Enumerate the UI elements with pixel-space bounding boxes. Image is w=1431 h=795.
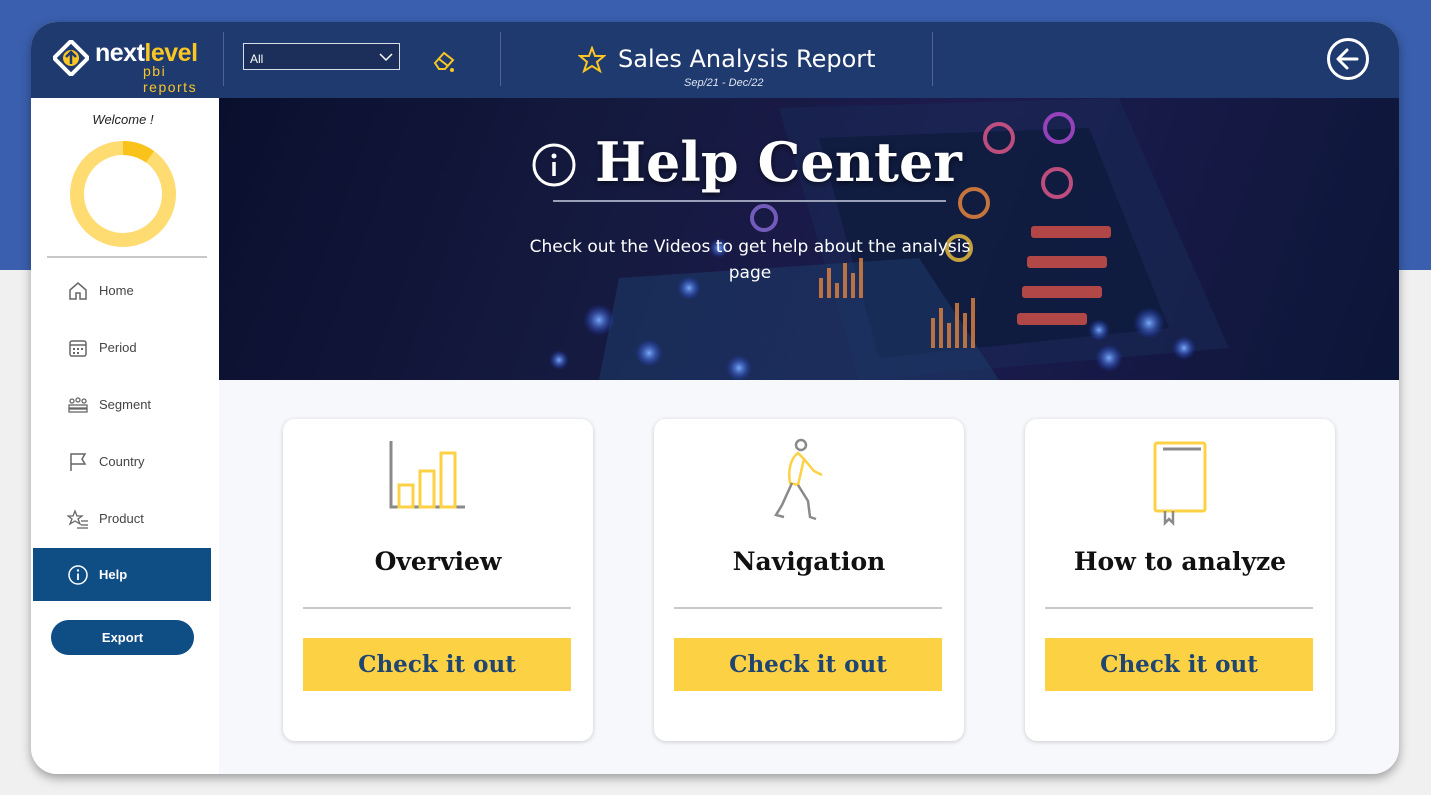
help-center-title: Help Center xyxy=(531,122,991,212)
sidebar-item-segment[interactable]: Segment xyxy=(33,378,211,431)
info-icon xyxy=(532,143,576,187)
chevron-down-icon xyxy=(379,53,393,62)
sidebar-item-home[interactable]: Home xyxy=(33,264,211,317)
report-date-range: Sep/21 - Dec/22 xyxy=(684,77,764,89)
report-title: Sales Analysis Report Sep/21 - Dec/22 xyxy=(578,42,938,94)
check-it-out-button[interactable]: Check it out xyxy=(303,638,571,691)
help-center-banner: Help Center Check out the Videos to get … xyxy=(219,98,1399,380)
header-bar: nextlevel pbi reports All Sales Analysis… xyxy=(31,22,1399,98)
sidebar-item-help[interactable]: Help xyxy=(33,548,211,601)
star-list-icon xyxy=(67,508,88,529)
sidebar-divider xyxy=(47,256,207,258)
filter-dropdown[interactable]: All xyxy=(243,43,400,70)
info-icon xyxy=(68,564,88,585)
card-divider xyxy=(303,607,571,609)
help-center-heading: Help Center xyxy=(595,130,962,194)
brand-tagline: pbi reports xyxy=(143,63,198,95)
header-divider xyxy=(223,32,224,86)
bar-chart-icon xyxy=(389,441,465,509)
header-divider xyxy=(500,32,501,86)
card-how-to-analyze: How to analyze Check it out xyxy=(1025,419,1335,741)
sidebar-item-product[interactable]: Product xyxy=(33,492,211,545)
card-title: Navigation xyxy=(732,547,886,576)
export-button[interactable]: Export xyxy=(51,620,194,655)
brand-logo[interactable]: nextlevel pbi reports xyxy=(53,38,223,95)
sidebar-item-label: Period xyxy=(99,340,137,355)
sidebar-item-label: Home xyxy=(99,283,134,298)
card-divider xyxy=(1045,607,1313,609)
check-it-out-button[interactable]: Check it out xyxy=(1045,638,1313,691)
welcome-text: Welcome ! xyxy=(92,112,154,127)
progress-donut xyxy=(70,141,176,247)
sidebar-item-label: Help xyxy=(99,567,128,582)
star-icon xyxy=(578,46,606,74)
help-center-description: Check out the Videos to get help about t… xyxy=(529,237,971,283)
card-navigation: Navigation Check it out xyxy=(654,419,964,741)
logo-mark-icon xyxy=(53,40,89,76)
check-it-out-button[interactable]: Check it out xyxy=(674,638,942,691)
arrow-left-icon xyxy=(1336,48,1359,70)
flag-icon xyxy=(70,452,87,471)
sidebar-item-label: Segment xyxy=(99,397,152,412)
sidebar-item-country[interactable]: Country xyxy=(33,435,211,488)
sidebar: Welcome ! Home Period Segment Country Pr… xyxy=(31,98,219,774)
people-icon xyxy=(68,396,88,413)
book-icon xyxy=(1153,441,1207,527)
report-title-text: Sales Analysis Report xyxy=(618,45,876,73)
filter-selected-value: All xyxy=(250,52,264,66)
walking-person-icon xyxy=(774,438,823,521)
back-button[interactable] xyxy=(1327,38,1369,80)
home-icon xyxy=(69,281,87,300)
card-divider xyxy=(674,607,942,609)
header-divider xyxy=(932,32,933,86)
card-title: Overview xyxy=(374,547,502,576)
sidebar-item-label: Product xyxy=(99,511,144,526)
report-frame: nextlevel pbi reports All Sales Analysis… xyxy=(31,22,1399,774)
title-underline xyxy=(553,200,946,202)
card-title: How to analyze xyxy=(1073,547,1287,576)
clear-filters-icon[interactable] xyxy=(431,48,457,74)
sidebar-item-period[interactable]: Period xyxy=(33,321,211,374)
card-overview: Overview Check it out xyxy=(283,419,593,741)
sidebar-item-label: Country xyxy=(99,454,145,469)
calendar-icon xyxy=(69,339,87,357)
